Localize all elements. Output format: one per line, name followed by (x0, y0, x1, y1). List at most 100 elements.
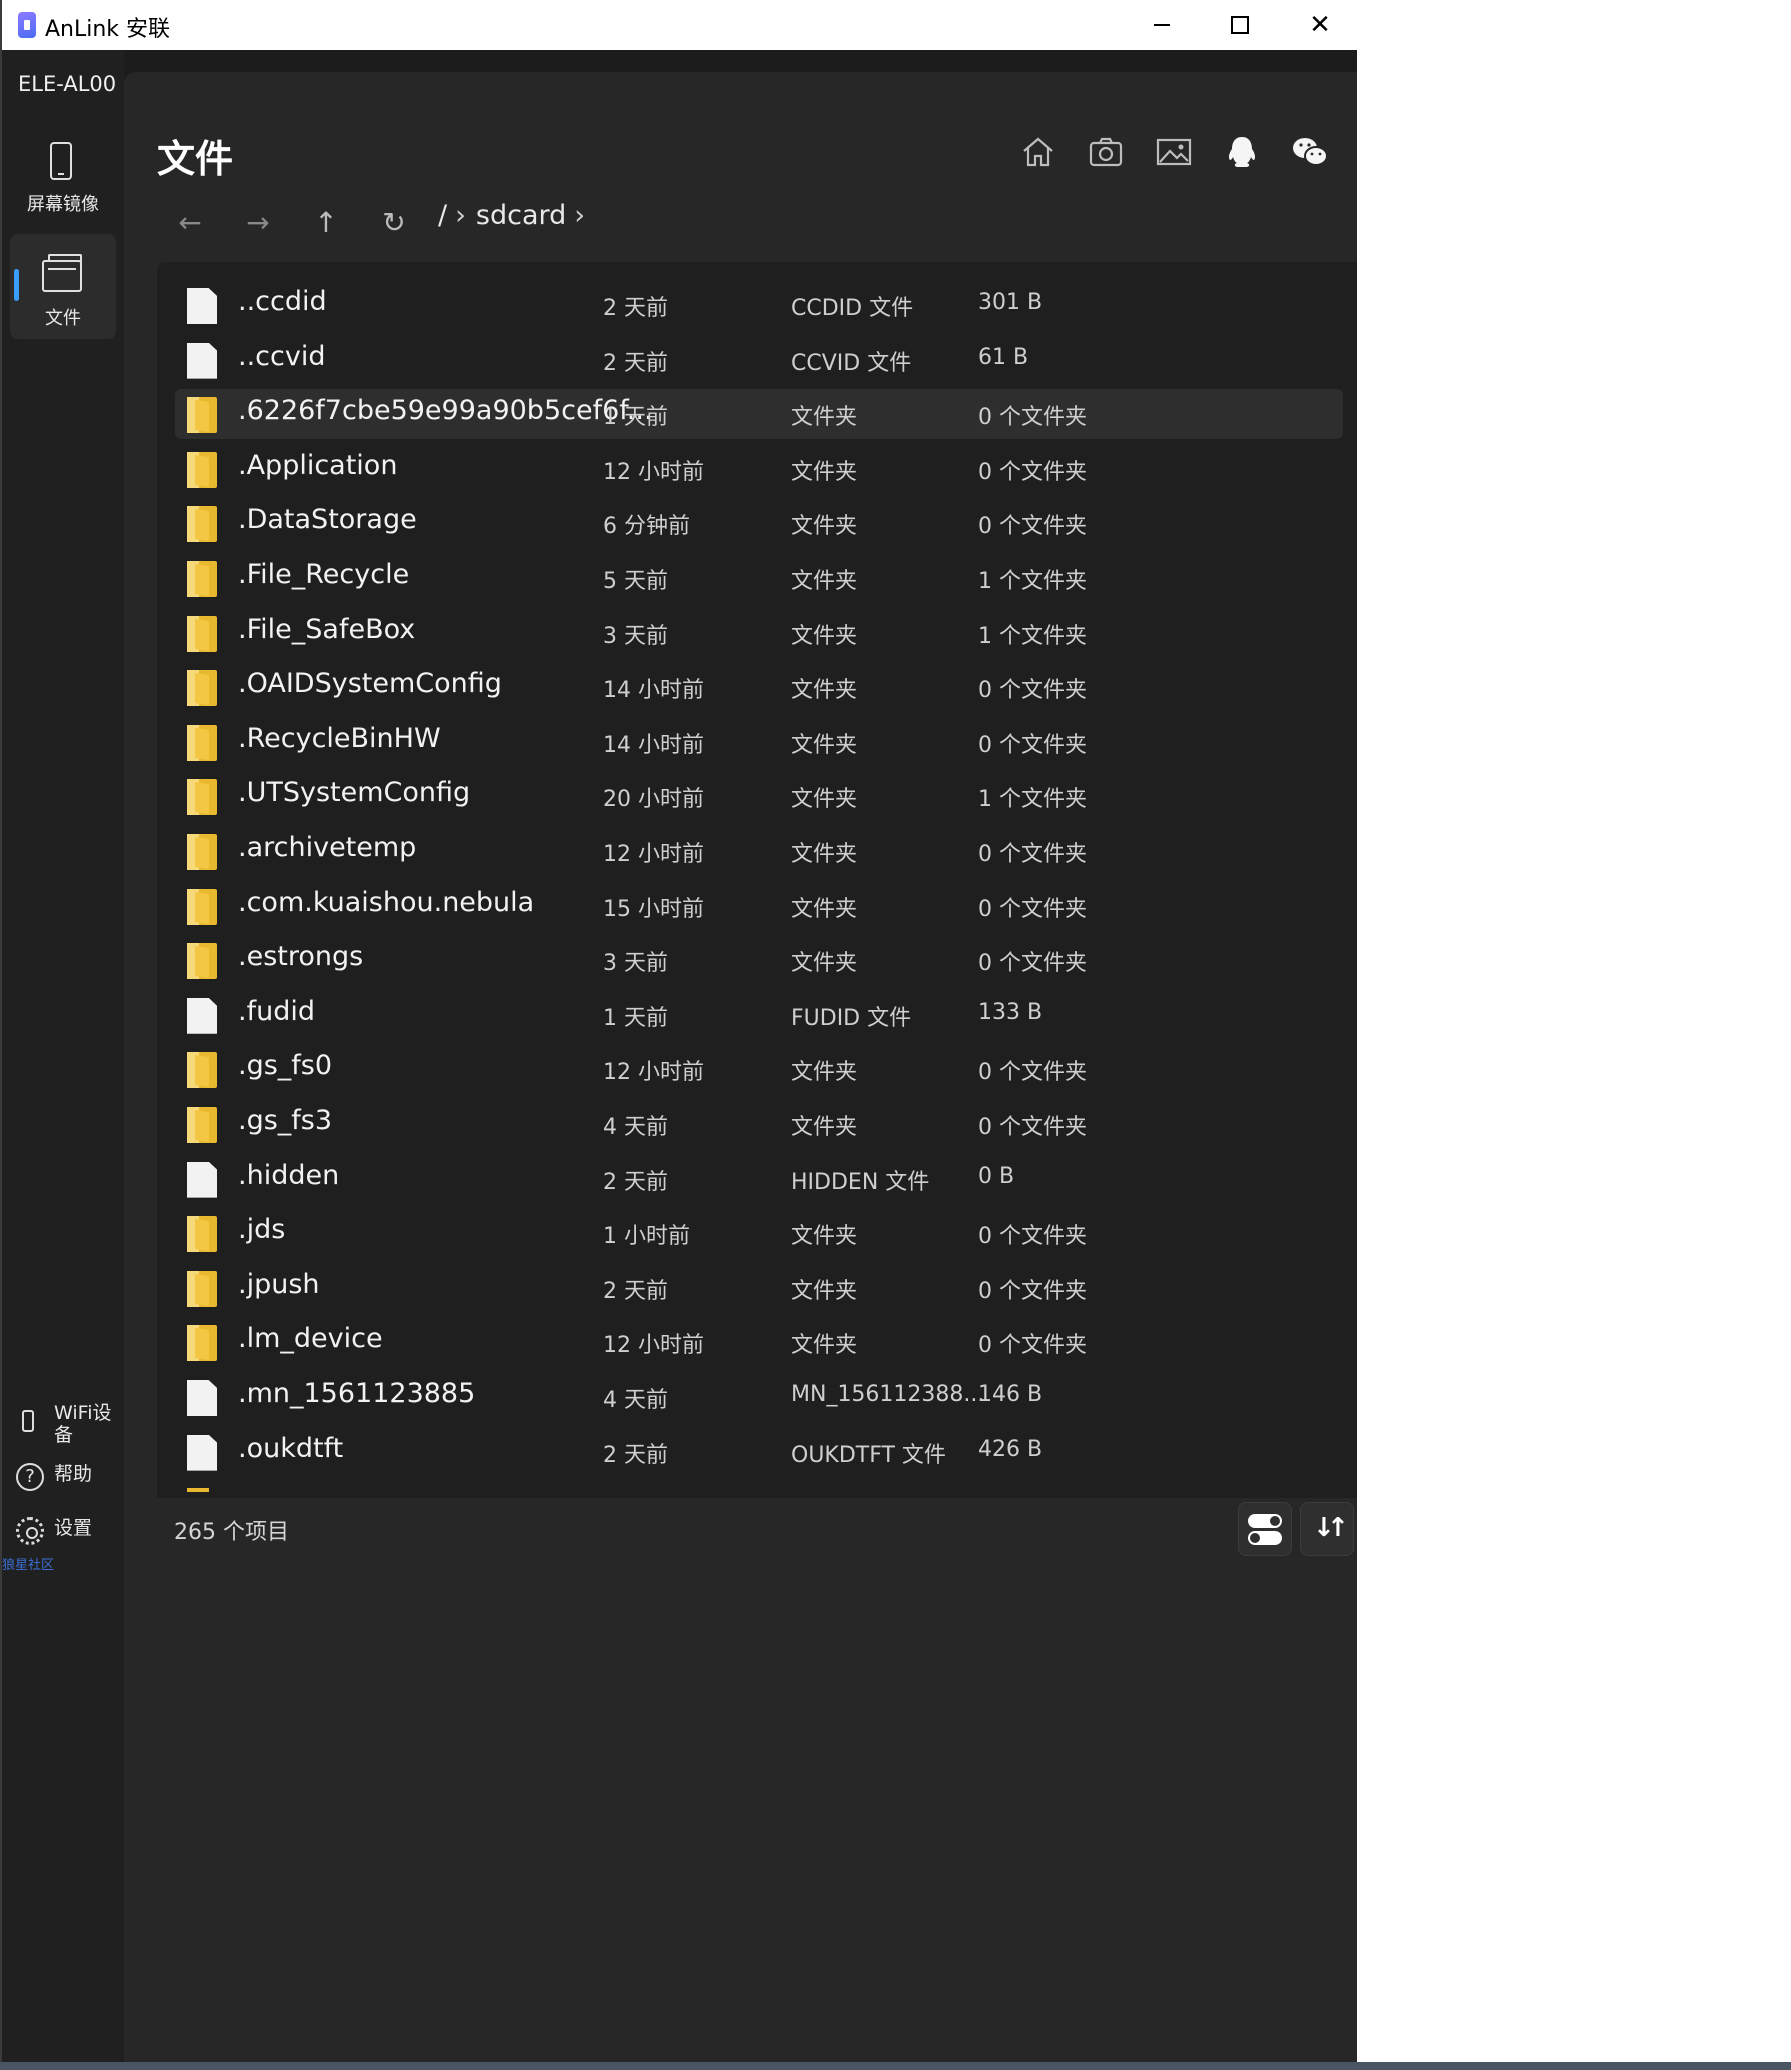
breadcrumb-sdcard[interactable]: sdcard (476, 200, 566, 231)
folder-icon (187, 1270, 217, 1307)
file-type: 文件夹 (791, 787, 858, 813)
phone-icon (50, 142, 72, 180)
file-size: 0 个文件夹 (978, 842, 1087, 867)
file-name: .archivetemp (238, 832, 417, 863)
file-name: .DataStorage (238, 504, 417, 536)
image-icon (1156, 138, 1192, 166)
file-row[interactable]: .jpush 2 天前 文件夹 0 个文件夹 (175, 1263, 1343, 1313)
file-row[interactable]: .mn_1561123885 4 天前 MN_156112388... 146 B (175, 1372, 1343, 1422)
file-type: CCVID 文件 (791, 350, 912, 376)
file-name: .oukdtft (238, 1432, 344, 1464)
wifi-devices-label: WiFi设备 (54, 1402, 112, 1446)
desktop-background (1357, 0, 1791, 2070)
folder-icon (187, 561, 217, 597)
file-icon (187, 997, 217, 1034)
file-type: 文件夹 (791, 1060, 858, 1086)
taskbar-edge (0, 2062, 1791, 2070)
minimize-icon (1154, 24, 1170, 26)
file-modified: 14 小时前 (603, 732, 704, 758)
file-row[interactable]: .com.kuaishou.nebula 15 小时前 文件夹 0 个文件夹 (175, 881, 1343, 931)
file-type: 文件夹 (791, 405, 858, 431)
folder-icon (187, 615, 217, 652)
file-row[interactable]: .gs_fs3 4 天前 文件夹 0 个文件夹 (175, 1099, 1343, 1149)
minimize-button[interactable] (1122, 0, 1202, 50)
file-name: .RecycleBinHW (238, 722, 441, 754)
maximize-button[interactable] (1200, 0, 1280, 50)
file-type: 文件夹 (791, 896, 858, 922)
file-row[interactable]: .fudid 1 天前 FUDID 文件 133 B (175, 990, 1343, 1040)
folder-icon (187, 397, 217, 434)
file-size: 426 B (978, 1436, 1043, 1462)
settings-label: 设置 (54, 1517, 93, 1539)
refresh-icon: ↻ (382, 205, 406, 239)
device-name: ELE-AL00 (18, 72, 117, 96)
file-row[interactable]: .jds 1 小时前 文件夹 0 个文件夹 (175, 1208, 1343, 1258)
item-count: 265 个项目 (174, 1520, 289, 1545)
file-row[interactable]: .File_Recycle 5 天前 文件夹 1 个文件夹 (175, 553, 1343, 603)
up-button[interactable]: ↑ (306, 202, 346, 242)
file-row[interactable]: .lm_device 12 小时前 文件夹 0 个文件夹 (175, 1317, 1343, 1367)
file-size: 0 个文件夹 (978, 1115, 1087, 1140)
chevron-right-icon: › (574, 200, 586, 231)
arrow-up-icon: ↑ (1327, 1513, 1349, 1543)
file-modified: 15 小时前 (603, 896, 704, 922)
home-button[interactable] (1018, 132, 1058, 172)
arrow-left-icon: ← (178, 205, 202, 239)
file-name: .OAIDSystemConfig (238, 668, 502, 700)
file-row[interactable]: .File_SafeBox 3 天前 文件夹 1 个文件夹 (175, 608, 1343, 658)
breadcrumb-root[interactable]: / (438, 200, 447, 231)
file-row[interactable]: ..ccvid 2 天前 CCVID 文件 61 B (175, 335, 1343, 385)
file-modified: 3 天前 (603, 623, 668, 649)
folder-icon (187, 779, 217, 816)
file-size: 1 个文件夹 (978, 623, 1087, 649)
sidebar-item-label: 文件 (45, 308, 81, 329)
back-button[interactable]: ← (170, 202, 210, 242)
anlink-logo-icon (18, 12, 36, 38)
wechat-button[interactable] (1290, 132, 1330, 172)
camera-button[interactable] (1086, 132, 1126, 172)
file-row[interactable]: .RecycleBinHW 14 小时前 文件夹 0 个文件夹 (175, 717, 1343, 767)
file-type: MN_156112388... (791, 1382, 985, 1407)
file-name: .6226f7cbe59e99a90b5cef6f... (238, 395, 653, 427)
file-row[interactable]: .estrongs 3 天前 文件夹 0 个文件夹 (175, 935, 1343, 985)
file-name: .Application (238, 449, 398, 481)
sort-button[interactable]: ↓ ↑ (1300, 1502, 1354, 1556)
file-modified: 2 天前 (603, 296, 668, 321)
file-type: 文件夹 (791, 1333, 858, 1359)
file-row[interactable]: .6226f7cbe59e99a90b5cef6f... 1 天前 文件夹 0 个文件… (175, 389, 1343, 440)
file-row[interactable]: .archivetemp 12 小时前 文件夹 0 个文件夹 (175, 826, 1343, 876)
file-row[interactable]: .UTSystemConfig 20 小时前 文件夹 1 个文件夹 (175, 771, 1343, 821)
file-name: ..ccvid (238, 340, 326, 372)
file-row[interactable]: .gs_fs0 12 小时前 文件夹 0 个文件夹 (175, 1044, 1343, 1094)
title-bar[interactable]: AnLink 安联 ✕ (2, 0, 1357, 50)
sidebar-item-screen-mirror[interactable]: 屏幕镜像 (10, 128, 116, 228)
file-name: .hidden (238, 1159, 340, 1191)
forward-button[interactable]: → (238, 202, 278, 242)
view-toggle-button[interactable] (1238, 1502, 1292, 1556)
file-name: .fudid (238, 995, 315, 1027)
file-row[interactable]: .DataStorage 6 分钟前 文件夹 0 个文件夹 (175, 498, 1343, 548)
refresh-button[interactable]: ↻ (374, 202, 414, 242)
sidebar-item-files[interactable]: 文件 (10, 234, 116, 339)
file-icon (187, 1380, 217, 1416)
wifi-phone-icon (22, 1410, 34, 1432)
file-row[interactable]: ..ccdid 2 天前 CCDID 文件 301 B (175, 280, 1343, 330)
folder-icon (187, 1052, 217, 1089)
file-modified: 6 分钟前 (603, 514, 690, 540)
toggle-icon (1248, 1514, 1282, 1528)
file-name: .File_SafeBox (238, 613, 416, 645)
qq-button[interactable] (1222, 132, 1262, 172)
close-button[interactable]: ✕ (1280, 0, 1357, 50)
gallery-button[interactable] (1154, 132, 1194, 172)
qq-icon (1228, 137, 1256, 167)
file-modified: 1 小时前 (603, 1224, 690, 1250)
file-row[interactable]: .oukdtft 2 天前 OUKDTFT 文件 426 B (175, 1427, 1343, 1477)
file-row[interactable]: .hidden 2 天前 HIDDEN 文件 0 B (175, 1154, 1343, 1204)
file-row[interactable]: .Application 12 小时前 文件夹 0 个文件夹 (175, 444, 1343, 494)
file-type: 文件夹 (791, 569, 858, 594)
file-size: 301 B (978, 290, 1043, 315)
file-name: .gs_fs3 (238, 1105, 333, 1136)
file-row[interactable]: .OAIDSystemConfig 14 小时前 文件夹 0 个文件夹 (175, 662, 1343, 712)
folder-icon (187, 670, 217, 707)
file-type: 文件夹 (791, 732, 858, 758)
